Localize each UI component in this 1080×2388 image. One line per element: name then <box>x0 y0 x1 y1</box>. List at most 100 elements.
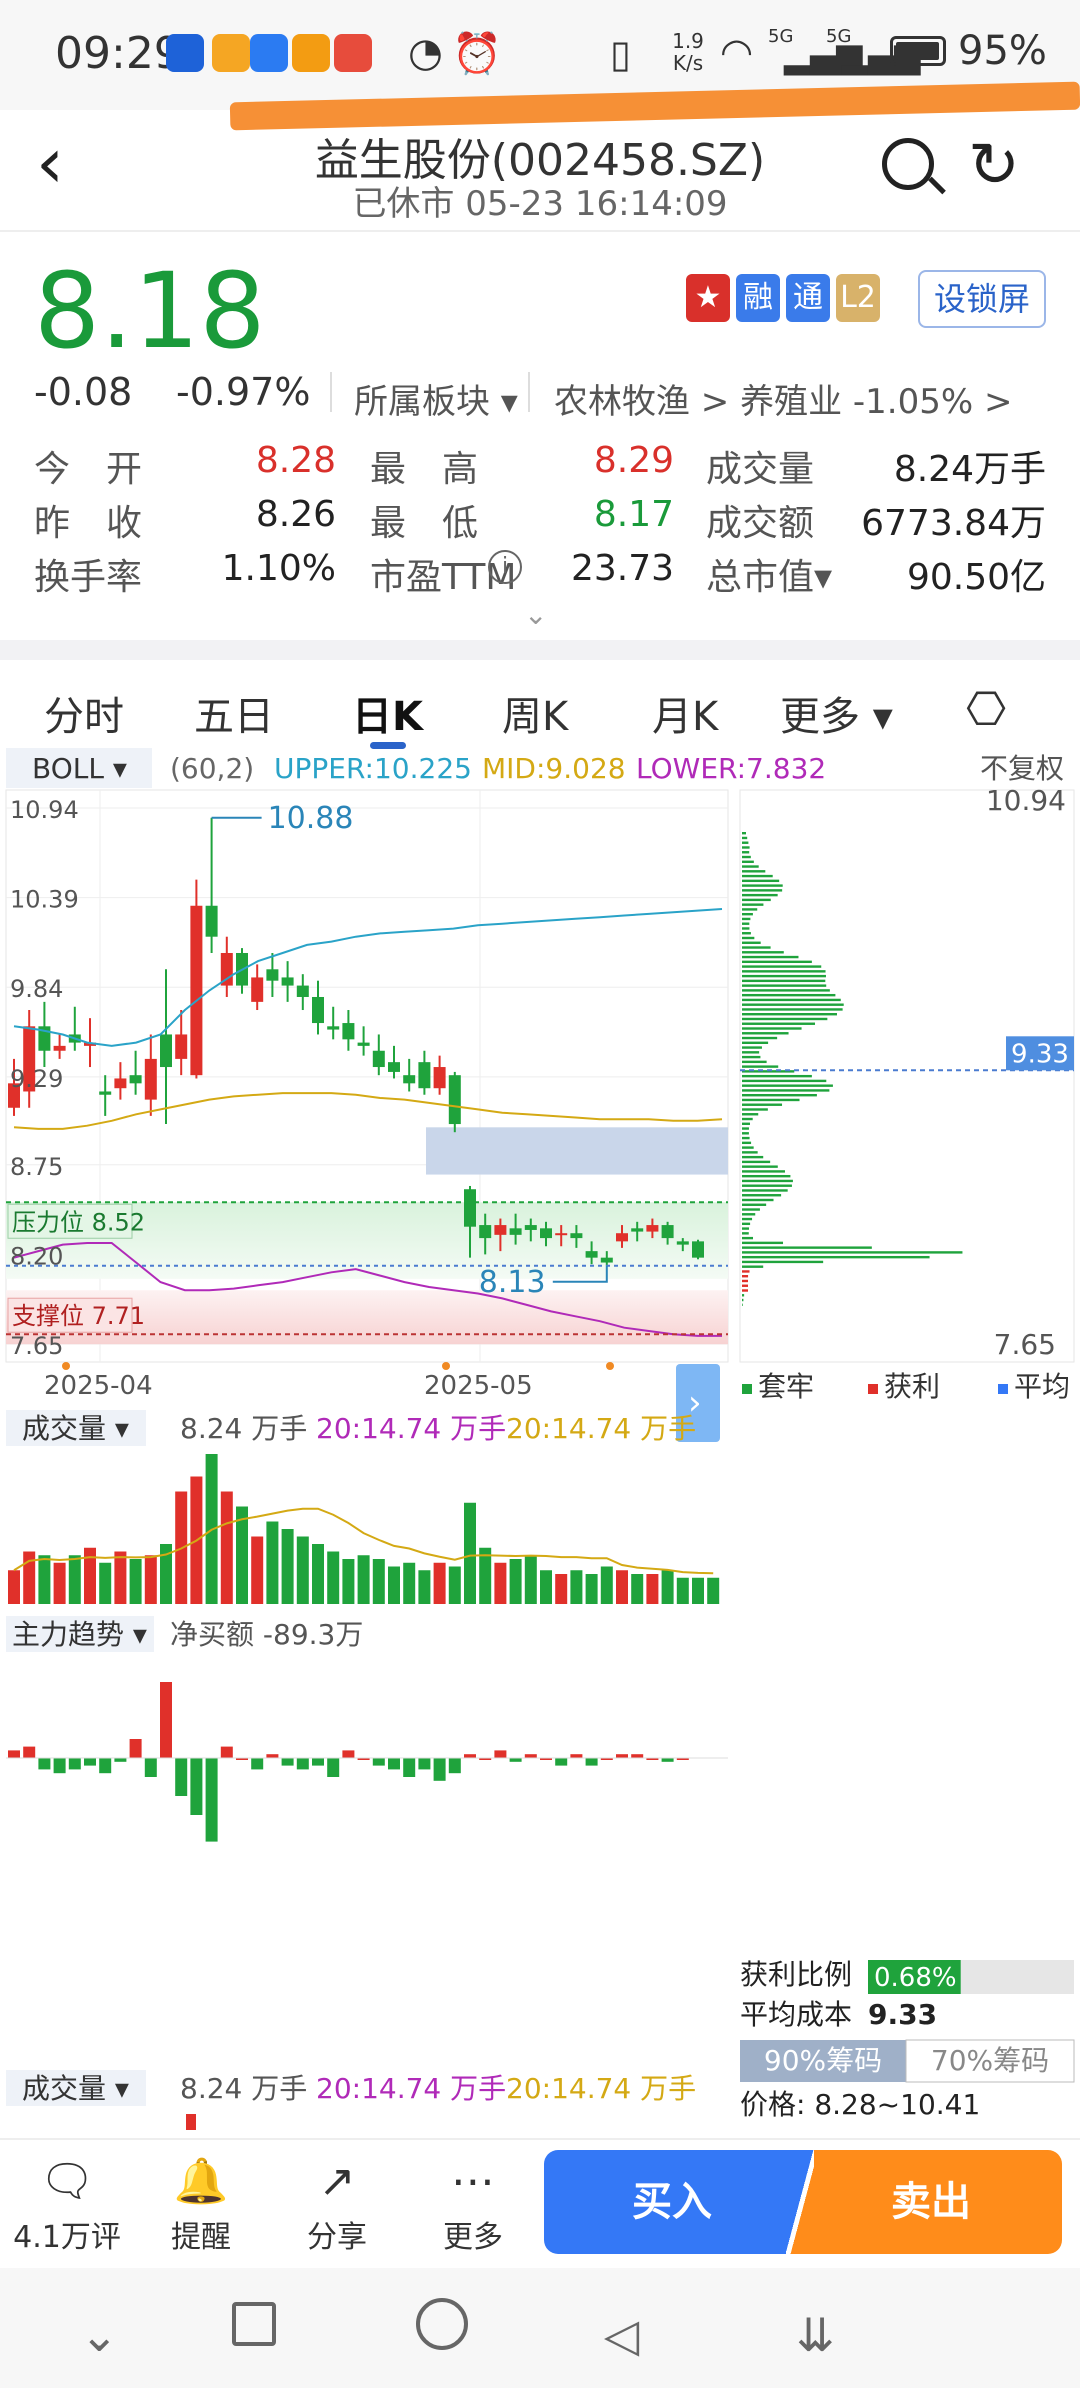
volume-bar <box>312 1544 324 1604</box>
more-button[interactable]: ⋯ 更多 <box>418 2152 528 2256</box>
mainforce-bar <box>220 1746 233 1758</box>
chip-bar <box>742 1113 759 1116</box>
tab-five-day[interactable]: 五日 <box>194 684 274 742</box>
share-button[interactable]: ↗ 分享 <box>282 2152 392 2256</box>
chip-bar <box>742 927 750 930</box>
candle-body <box>205 905 218 937</box>
chip-bar <box>742 898 771 902</box>
chip-bar <box>742 974 826 978</box>
volume-indicator-select[interactable]: 成交量 ▾ <box>22 1412 129 1445</box>
chip-bar <box>742 932 751 935</box>
volume-bar <box>327 1551 340 1604</box>
event-marker[interactable] <box>62 1362 70 1370</box>
expand-chevron-icon[interactable]: ⌄ <box>524 598 547 631</box>
battery-icon <box>890 36 946 66</box>
nav-recents-button[interactable] <box>232 2302 276 2346</box>
stat-value: 23.73 <box>570 548 674 589</box>
mainforce-bar <box>144 1758 157 1777</box>
mainforce-bar <box>585 1758 598 1766</box>
boll-indicator-select[interactable]: BOLL ▾ <box>32 752 127 785</box>
alert-button[interactable]: 🔔 提醒 <box>146 2152 256 2256</box>
candle-body <box>479 1225 492 1239</box>
chip-bar <box>742 1122 750 1125</box>
info-icon[interactable]: i <box>488 550 522 584</box>
candle-body <box>53 1045 66 1051</box>
chip-bar <box>742 941 761 944</box>
volume-bar <box>251 1536 264 1604</box>
buy-button[interactable]: 买入 <box>544 2150 800 2254</box>
chevron-down-icon: ⌄ <box>80 2308 119 2362</box>
boll-lower-value: LOWER:7.832 <box>636 752 826 785</box>
chip-bar <box>742 836 748 840</box>
volume-bar <box>540 1570 552 1604</box>
settings-icon: ⎔ <box>966 682 1007 736</box>
chip-bar <box>742 1241 784 1245</box>
kline-chart-svg[interactable]: BOLL ▾ (60,2) UPPER:10.225 MID:9.028 LOW… <box>0 748 1080 2138</box>
sell-button[interactable]: 卖出 <box>800 2150 1062 2254</box>
tab-weekly-k[interactable]: 周K <box>502 684 568 742</box>
volume-bar <box>448 1566 461 1604</box>
chip-bar <box>742 1060 767 1064</box>
app-notification-icon <box>292 34 330 72</box>
chip-bar <box>742 1103 783 1106</box>
stat-value: 1.10% <box>221 548 336 589</box>
nav-download-button[interactable]: ⇊ <box>796 2308 835 2362</box>
sector-label[interactable]: 所属板块 ▾ <box>354 374 518 423</box>
chip-bar <box>742 1294 745 1297</box>
nav-back-button[interactable]: ◁ <box>604 2308 639 2362</box>
nav-collapse-button[interactable]: ⌄ <box>80 2308 119 2362</box>
chip-90-label: 90%筹码 <box>764 2044 882 2077</box>
chip-distribution <box>739 789 1075 1363</box>
mainforce-indicator-select[interactable]: 主力趋势 ▾ <box>12 1618 147 1651</box>
price-tick-label: 10.39 <box>10 886 79 914</box>
search-button[interactable] <box>882 138 946 195</box>
profit-ratio-label: 获利比例 <box>740 1958 852 1991</box>
mainforce-bar <box>464 1754 476 1758</box>
stat-label[interactable]: 总市值▾ <box>706 548 832 600</box>
event-marker[interactable] <box>442 1362 450 1370</box>
mainforce-bar <box>296 1758 309 1770</box>
chip-bar <box>742 1270 750 1273</box>
chip-bar <box>742 1079 827 1083</box>
mainforce-bar <box>68 1758 81 1770</box>
chip-bar <box>742 998 841 1002</box>
tab-intraday[interactable]: 分时 <box>44 684 124 742</box>
lock-screen-button[interactable]: 设锁屏 <box>918 270 1046 328</box>
min-price-label: 8.13 <box>479 1265 546 1300</box>
volume-bar <box>418 1570 431 1604</box>
chart-settings-button[interactable]: ⎔ <box>966 682 1006 736</box>
nav-home-button[interactable] <box>416 2298 468 2350</box>
chip-bar <box>742 1160 771 1164</box>
tab-daily-k[interactable]: 日K <box>352 684 423 742</box>
tab-monthly-k[interactable]: 月K <box>652 684 718 742</box>
volume-bar <box>129 1559 142 1604</box>
kline-chart-area: BOLL ▾ (60,2) UPPER:10.225 MID:9.028 LOW… <box>0 748 1080 2138</box>
candle-body <box>99 1091 112 1095</box>
legend-swatch-avg <box>998 1384 1008 1394</box>
volume-bars <box>8 1454 720 1604</box>
chip-bar <box>742 1289 748 1292</box>
tab-more[interactable]: 更多 ▾ <box>780 684 893 742</box>
refresh-button[interactable]: ↻ <box>968 128 1020 201</box>
mainforce-bar <box>342 1750 355 1758</box>
comment-icon: 🗨 <box>39 2156 95 2207</box>
mainforce-bar <box>84 1758 96 1766</box>
mainforce-bar <box>372 1758 385 1766</box>
volume-bar <box>266 1521 279 1604</box>
margin-badge: 融 <box>736 274 780 322</box>
stat-label: 今 开 <box>34 449 143 490</box>
x-tick-label: 2025-04 <box>44 1371 153 1401</box>
pressure-label: 压力位 8.52 <box>12 1208 145 1236</box>
quote-panel: 8.18 ★ 融 通 L2 设锁屏 -0.08 -0.97% 所属板块 ▾ 农林… <box>0 232 1080 640</box>
chip-bar <box>742 879 780 883</box>
candle-body <box>600 1257 613 1263</box>
candle-body <box>388 1062 400 1072</box>
chip-bar <box>742 951 784 954</box>
adjust-mode[interactable]: 不复权 <box>980 752 1064 785</box>
event-marker[interactable] <box>606 1362 614 1370</box>
volume2-indicator-select[interactable]: 成交量 ▾ <box>22 2072 129 2105</box>
sector-path[interactable]: 农林牧渔 > 养殖业 -1.05% > <box>554 374 1013 423</box>
chip-bar <box>742 993 836 997</box>
comments-button[interactable]: 🗨 4.1万评 <box>12 2152 122 2256</box>
alert-label: 提醒 <box>171 2220 231 2255</box>
